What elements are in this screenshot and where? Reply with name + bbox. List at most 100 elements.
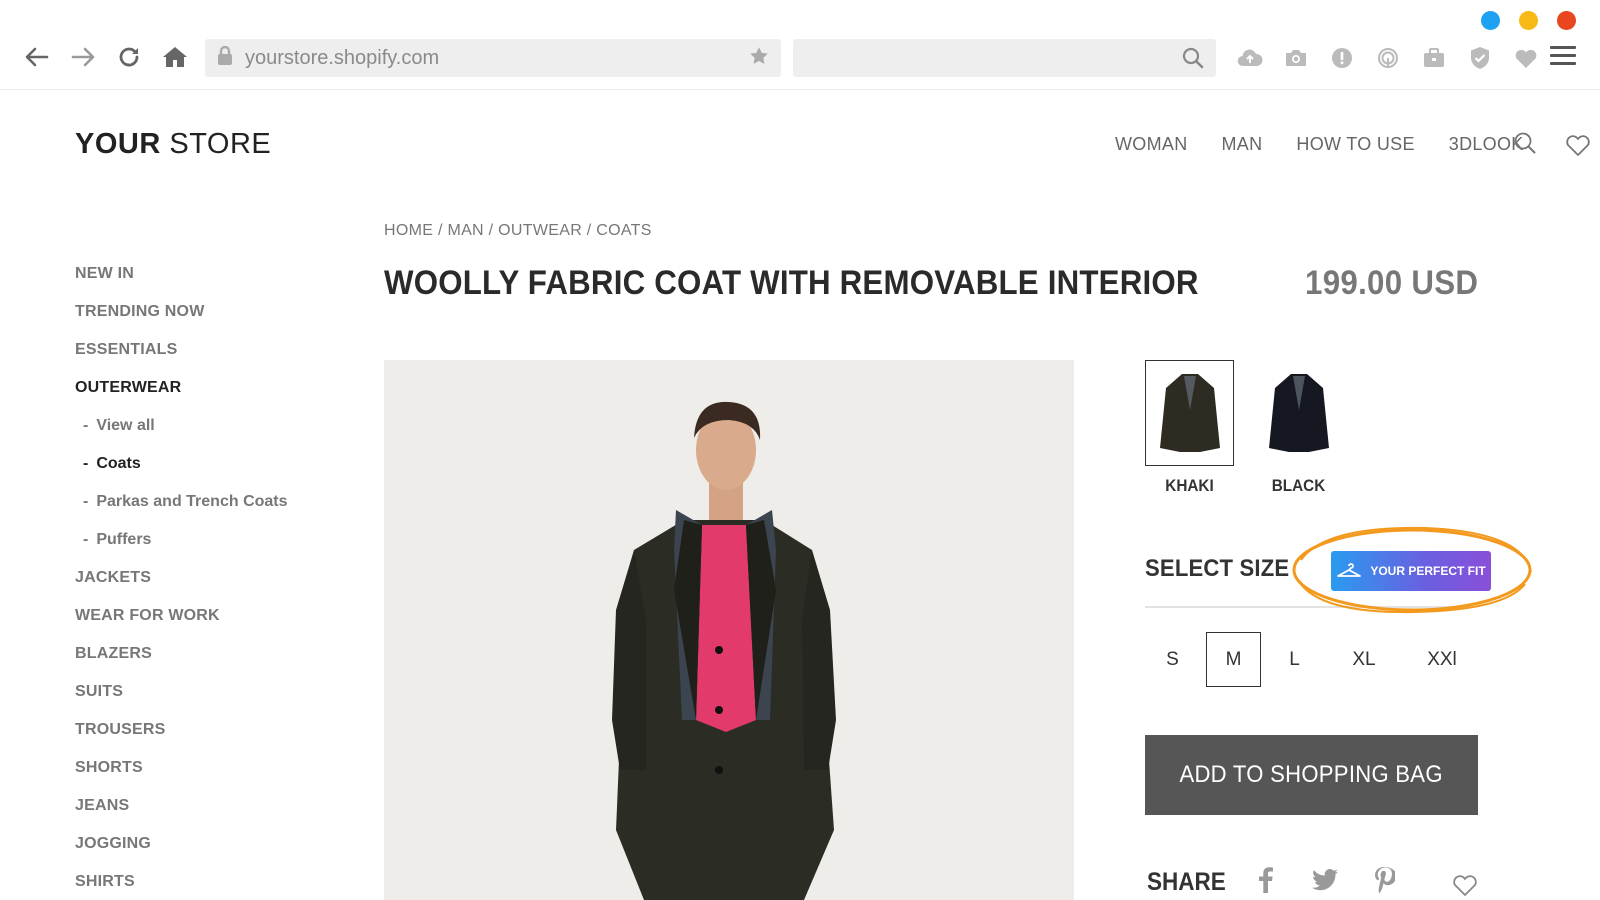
save-to-wishlist-icon[interactable]: [1452, 873, 1478, 897]
swatch-thumb: [1145, 360, 1234, 466]
sidebar-item-outerwear[interactable]: OUTERWEAR: [75, 376, 288, 414]
sidebar-item-trousers[interactable]: TROUSERS: [75, 718, 288, 756]
nav-link-man[interactable]: MAN: [1222, 134, 1263, 155]
nav-link-woman[interactable]: WOMAN: [1115, 134, 1188, 155]
sidebar-subitem-label: Puffers: [96, 531, 152, 548]
breadcrumb-separator: /: [582, 222, 597, 239]
fingerprint-icon[interactable]: [1374, 44, 1402, 72]
breadcrumb-home[interactable]: HOME: [384, 222, 433, 239]
coat-thumbnail-icon: [1268, 374, 1329, 452]
url-text[interactable]: yourstore.shopify.com: [245, 47, 749, 70]
breadcrumb-separator: /: [483, 222, 499, 239]
window-dot-red[interactable]: [1557, 11, 1576, 30]
perfect-fit-label: YOUR PERFECT FIT: [1370, 564, 1486, 578]
hamburger-menu-icon[interactable]: [1550, 46, 1576, 70]
breadcrumb-outwear[interactable]: OUTWEAR: [498, 222, 582, 239]
forward-arrow-icon[interactable]: [68, 42, 98, 72]
size-option-xl[interactable]: XL: [1328, 632, 1400, 687]
wishlist-heart-icon[interactable]: [1565, 133, 1593, 159]
breadcrumb-man[interactable]: MAN: [447, 222, 483, 239]
heart-icon[interactable]: [1512, 44, 1540, 72]
main-nav: WOMAN MAN HOW TO USE 3DLOOK: [1115, 134, 1524, 155]
search-icon[interactable]: [1182, 47, 1204, 74]
cloud-upload-icon[interactable]: [1236, 44, 1264, 72]
address-bar[interactable]: yourstore.shopify.com: [205, 39, 781, 77]
reload-icon[interactable]: [114, 42, 144, 72]
sidebar-item-suits[interactable]: SUITS: [75, 680, 288, 718]
browser-nav: [22, 42, 190, 72]
hanger-icon: [1336, 562, 1362, 581]
sidebar-subitem-label: Parkas and Trench Coats: [96, 493, 288, 510]
sidebar-item-jogging[interactable]: JOGGING: [75, 832, 288, 870]
sidebar-subitem-view-all[interactable]: - View all: [75, 414, 288, 452]
bookmark-star-icon[interactable]: [749, 46, 769, 71]
sidebar-item-wear-for-work[interactable]: WEAR FOR WORK: [75, 604, 288, 642]
sidebar-subitem-coats[interactable]: - Coats: [75, 452, 288, 490]
product-photo[interactable]: [384, 360, 1074, 900]
swatch-thumb: [1254, 360, 1343, 466]
breadcrumb-coats[interactable]: COATS: [596, 222, 651, 239]
dash-marker: -: [83, 417, 89, 434]
size-option-l[interactable]: L: [1267, 632, 1322, 687]
size-options: S M L XL XXl: [1145, 632, 1484, 687]
sidebar-item-trending-now[interactable]: TRENDING NOW: [75, 300, 288, 338]
store-search-icon[interactable]: [1513, 131, 1539, 157]
extension-toolbar: [1236, 44, 1540, 72]
sidebar-subitem-parkas[interactable]: - Parkas and Trench Coats: [75, 490, 288, 528]
home-icon[interactable]: [160, 42, 190, 72]
shield-icon[interactable]: [1466, 44, 1494, 72]
size-option-xxl[interactable]: XXl: [1406, 632, 1478, 687]
window-dot-yellow[interactable]: [1519, 11, 1538, 30]
product-title: WOOLLY FABRIC COAT WITH REMOVABLE INTERI…: [384, 264, 1199, 302]
swatch-khaki[interactable]: KHAKI: [1145, 360, 1234, 496]
coat-thumbnail-icon: [1159, 374, 1220, 452]
browser-chrome: yourstore.shopify.com: [0, 0, 1600, 90]
window-dot-blue[interactable]: [1481, 11, 1500, 30]
add-to-bag-label: ADD TO SHOPPING BAG: [1179, 761, 1444, 788]
dash-marker: -: [83, 531, 89, 548]
facebook-icon[interactable]: [1253, 866, 1279, 894]
twitter-icon[interactable]: [1312, 866, 1338, 894]
color-swatches: KHAKI BLACK: [1145, 360, 1343, 496]
logo-bold-text: YOUR: [75, 128, 161, 160]
logo-light-text: STORE: [160, 128, 272, 160]
share-icons: [1253, 866, 1397, 894]
sidebar-item-jackets[interactable]: JACKETS: [75, 566, 288, 604]
browser-search-bar[interactable]: [793, 39, 1216, 77]
sidebar-subitem-puffers[interactable]: - Puffers: [75, 528, 288, 566]
add-to-bag-button[interactable]: ADD TO SHOPPING BAG: [1145, 735, 1478, 815]
sidebar-subitem-label: View all: [96, 417, 155, 434]
back-arrow-icon[interactable]: [22, 42, 52, 72]
product-price: 199.00 USD: [1304, 264, 1478, 302]
sidebar-item-shorts[interactable]: SHORTS: [75, 756, 288, 794]
size-option-m[interactable]: M: [1206, 632, 1261, 687]
briefcase-icon[interactable]: [1420, 44, 1448, 72]
lock-icon: [217, 45, 233, 71]
model-wearing-coat-image: [384, 360, 1074, 900]
dash-marker: -: [83, 493, 89, 510]
sidebar-item-new-in[interactable]: NEW IN: [75, 262, 288, 300]
sidebar-item-jeans[interactable]: JEANS: [75, 794, 288, 832]
pinterest-icon[interactable]: [1371, 866, 1397, 894]
perfect-fit-button[interactable]: YOUR PERFECT FIT: [1331, 551, 1491, 591]
sidebar-item-essentials[interactable]: ESSENTIALS: [75, 338, 288, 376]
category-sidebar: NEW IN TRENDING NOW ESSENTIALS OUTERWEAR…: [75, 262, 288, 900]
swatch-black[interactable]: BLACK: [1254, 360, 1343, 496]
dash-marker: -: [83, 455, 89, 472]
swatch-label: KHAKI: [1165, 476, 1214, 495]
sidebar-item-shirts[interactable]: SHIRTS: [75, 870, 288, 900]
share-label: SHARE: [1147, 868, 1226, 896]
size-option-s[interactable]: S: [1145, 632, 1200, 687]
store-logo[interactable]: YOUR STORE: [75, 128, 271, 161]
nav-link-how-to-use[interactable]: HOW TO USE: [1296, 134, 1414, 155]
alert-icon[interactable]: [1328, 44, 1356, 72]
sidebar-item-blazers[interactable]: BLAZERS: [75, 642, 288, 680]
select-size-label: SELECT SIZE: [1145, 555, 1290, 582]
swatch-label: BLACK: [1271, 476, 1326, 495]
breadcrumb-separator: /: [433, 222, 448, 239]
camera-icon[interactable]: [1282, 44, 1310, 72]
divider: [1145, 606, 1475, 608]
window-controls: [1481, 11, 1576, 30]
breadcrumb: HOME / MAN / OUTWEAR / COATS: [384, 222, 652, 240]
sidebar-subitem-label: Coats: [96, 455, 141, 472]
